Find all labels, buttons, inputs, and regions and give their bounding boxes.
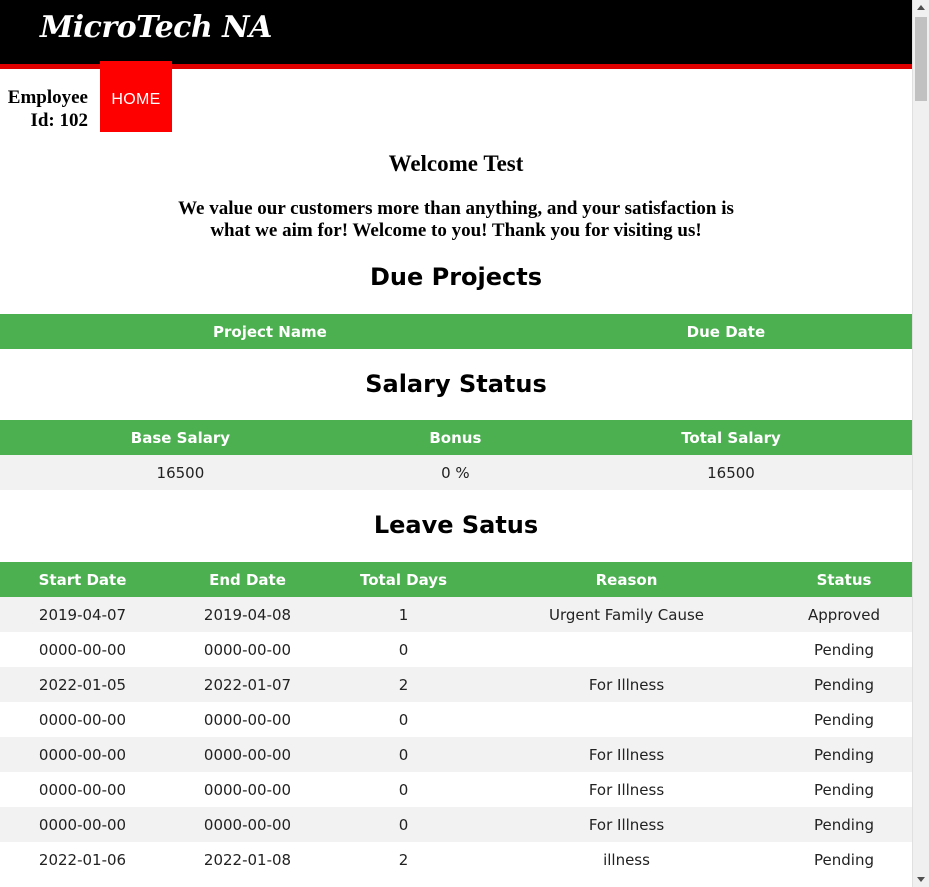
table-header-row: Start Date End Date Total Days Reason St… xyxy=(0,562,912,597)
table-cell: 2022-01-05 xyxy=(0,667,165,702)
leave-table: Start Date End Date Total Days Reason St… xyxy=(0,562,912,877)
table-cell: Pending xyxy=(776,772,912,807)
table-cell: illness xyxy=(477,842,776,877)
table-cell: 2019-04-07 xyxy=(0,597,165,632)
table-cell: Pending xyxy=(776,702,912,737)
column-header: Status xyxy=(776,562,912,597)
table-row: 0000-00-00 0000-00-00 0 For Illness Pending xyxy=(0,737,912,772)
table-cell: For Illness xyxy=(477,772,776,807)
table-cell: 0000-00-00 xyxy=(165,702,330,737)
table-cell: 0 xyxy=(330,632,477,667)
welcome-message: We value our customers more than anythin… xyxy=(178,198,734,241)
table-cell: For Illness xyxy=(477,667,776,702)
table-cell: 16500 xyxy=(0,455,361,490)
table-cell: 2022-01-08 xyxy=(165,842,330,877)
table-cell: 0 xyxy=(330,702,477,737)
table-row: 0000-00-00 0000-00-00 0 Pending xyxy=(0,702,912,737)
salary-table: Base Salary Bonus Total Salary 16500 0 %… xyxy=(0,420,912,490)
table-cell: 0000-00-00 xyxy=(165,807,330,842)
table-cell: 1 xyxy=(330,597,477,632)
table-cell: For Illness xyxy=(477,737,776,772)
due-projects-table: Project Name Due Date xyxy=(0,314,912,349)
table-cell: Pending xyxy=(776,807,912,842)
table-cell: 0 % xyxy=(360,455,550,490)
table-cell: 0000-00-00 xyxy=(0,772,165,807)
vertical-scrollbar[interactable] xyxy=(912,0,929,887)
table-cell: 0000-00-00 xyxy=(0,807,165,842)
table-cell: 2022-01-07 xyxy=(165,667,330,702)
table-row: 2019-04-07 2019-04-08 1 Urgent Family Cause… xyxy=(0,597,912,632)
table-cell: Pending xyxy=(776,737,912,772)
table-row: 0000-00-00 0000-00-00 0 For Illness Pending xyxy=(0,772,912,807)
table-row: 2022-01-06 2022-01-08 2 illness Pending xyxy=(0,842,912,877)
page: MicroTech NA Employee Id: 102 HOME Welco… xyxy=(0,0,912,887)
scroll-down-arrow-icon[interactable] xyxy=(917,877,925,882)
employee-id-value: Id: 102 xyxy=(30,110,88,131)
table-row: 16500 0 % 16500 xyxy=(0,455,912,490)
table-cell: 0 xyxy=(330,807,477,842)
column-header: Total Salary xyxy=(549,420,912,455)
column-header: Project Name xyxy=(0,314,540,349)
table-cell: 2 xyxy=(330,842,477,877)
brand-logo[interactable]: MicroTech NA xyxy=(40,10,272,45)
table-cell: Pending xyxy=(776,842,912,877)
column-header: Total Days xyxy=(330,562,477,597)
column-header: Bonus xyxy=(360,420,550,455)
table-cell: Approved xyxy=(776,597,912,632)
table-header-row: Project Name Due Date xyxy=(0,314,912,349)
column-header: Start Date xyxy=(0,562,165,597)
table-row: 2022-01-05 2022-01-07 2 For Illness Pending xyxy=(0,667,912,702)
table-cell: 0000-00-00 xyxy=(165,737,330,772)
table-cell: 2 xyxy=(330,667,477,702)
table-cell: 16500 xyxy=(549,455,912,490)
column-header: Reason xyxy=(477,562,776,597)
employee-id: Employee Id: 102 xyxy=(2,86,88,132)
welcome-title: Welcome Test xyxy=(388,151,524,176)
table-cell: 0000-00-00 xyxy=(165,632,330,667)
table-row: 0000-00-00 0000-00-00 0 For Illness Pending xyxy=(0,807,912,842)
table-cell: 0000-00-00 xyxy=(0,702,165,737)
table-cell xyxy=(477,632,776,667)
table-cell: 0000-00-00 xyxy=(0,737,165,772)
table-cell: 0 xyxy=(330,772,477,807)
table-cell: For Illness xyxy=(477,807,776,842)
table-cell: Pending xyxy=(776,632,912,667)
table-cell: 0000-00-00 xyxy=(165,772,330,807)
table-cell: 0 xyxy=(330,737,477,772)
salary-status-heading: Salary Status xyxy=(365,370,547,398)
top-bar: MicroTech NA xyxy=(0,0,912,64)
employee-label: Employee xyxy=(7,87,88,108)
scroll-up-arrow-icon[interactable] xyxy=(917,5,925,10)
table-cell: Urgent Family Cause xyxy=(477,597,776,632)
table-cell: 2022-01-06 xyxy=(0,842,165,877)
table-cell: 2019-04-08 xyxy=(165,597,330,632)
table-cell: Pending xyxy=(776,667,912,702)
home-button[interactable]: HOME xyxy=(100,61,172,132)
column-header: Due Date xyxy=(539,314,912,349)
table-header-row: Base Salary Bonus Total Salary xyxy=(0,420,912,455)
due-projects-heading: Due Projects xyxy=(369,263,543,291)
table-row: 0000-00-00 0000-00-00 0 Pending xyxy=(0,632,912,667)
scrollbar-thumb[interactable] xyxy=(915,17,927,101)
table-cell xyxy=(477,702,776,737)
leave-status-heading: Leave Satus xyxy=(373,511,539,539)
column-header: Base Salary xyxy=(0,420,361,455)
table-cell: 0000-00-00 xyxy=(0,632,165,667)
column-header: End Date xyxy=(165,562,330,597)
